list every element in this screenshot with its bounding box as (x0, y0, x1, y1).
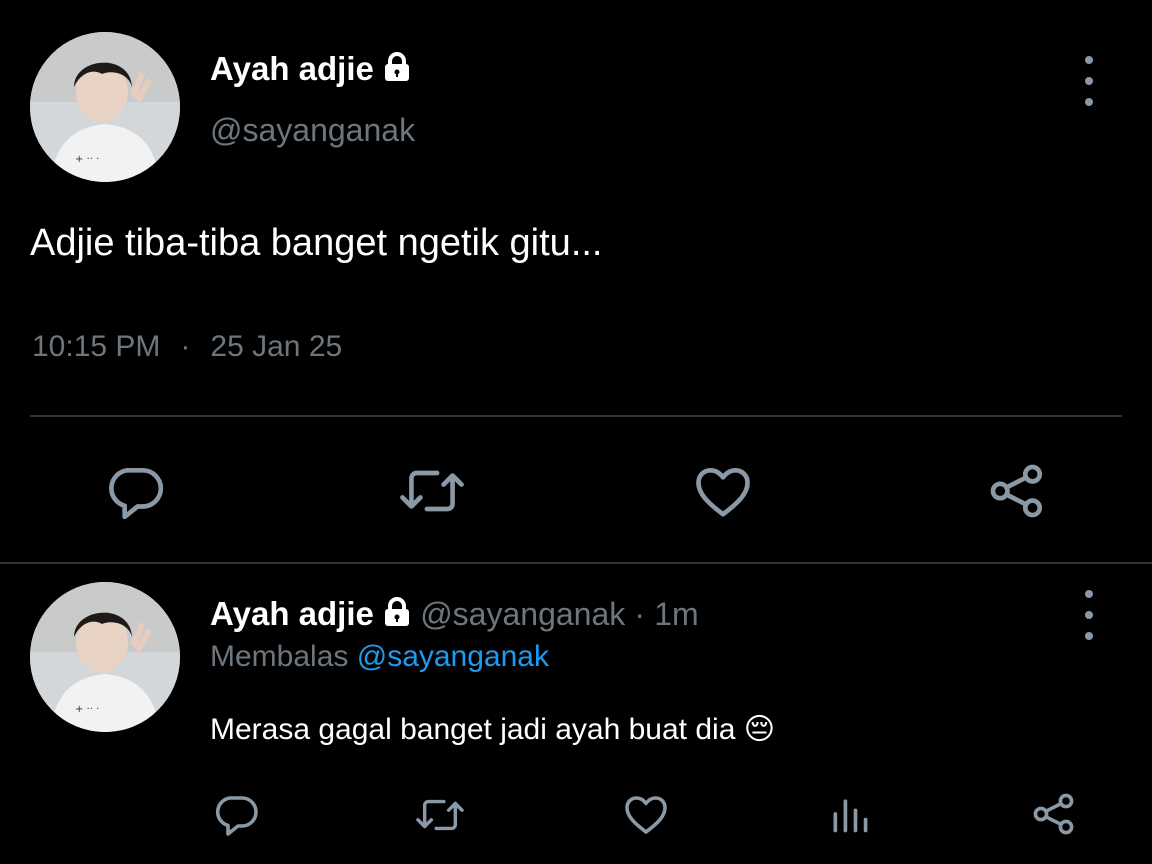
reply-text-body: Merasa gagal banget jadi ayah buat dia (210, 713, 736, 746)
replying-to-link[interactable]: @sayanganak (357, 640, 549, 673)
like-icon[interactable] (692, 460, 754, 522)
divider (0, 562, 1152, 564)
avatar[interactable]: + ·· · (30, 582, 180, 732)
views-icon[interactable] (828, 792, 872, 836)
tweet-meta: 10:15 PM · 25 Jan 25 (32, 330, 342, 364)
share-icon[interactable] (1030, 790, 1078, 838)
author-name-text[interactable]: Ayah adjie (210, 595, 374, 632)
pensive-face-emoji: 😔 (743, 712, 776, 747)
avatar[interactable]: + ·· · (30, 32, 180, 182)
retweet-icon[interactable] (412, 792, 468, 838)
author-name-text: Ayah adjie (210, 50, 374, 87)
replying-prefix: Membalas (210, 640, 349, 673)
reply-icon[interactable] (104, 460, 166, 522)
lock-icon (383, 597, 411, 635)
lock-icon (383, 52, 411, 90)
retweet-icon[interactable] (396, 460, 468, 522)
tweet-date: 25 Jan 25 (210, 330, 343, 363)
reply-icon[interactable] (212, 790, 260, 838)
separator: · (634, 596, 646, 632)
reply-text: Merasa gagal banget jadi ayah buat dia 😔 (210, 712, 775, 747)
author-name[interactable]: Ayah adjie (210, 50, 411, 90)
like-icon[interactable] (622, 790, 670, 838)
svg-text:+ ·· ·: + ·· · (75, 154, 99, 165)
separator: · (180, 330, 191, 363)
share-icon[interactable] (986, 460, 1048, 522)
author-handle[interactable]: @sayanganak (420, 596, 625, 632)
tweet-time: 10:15 PM (32, 330, 161, 363)
divider (30, 415, 1122, 417)
replying-to: Membalas @sayanganak (210, 640, 549, 674)
tweet-age: 1m (654, 596, 699, 632)
tweet-text: Adjie tiba-tiba banget ngetik gitu... (30, 222, 603, 264)
more-icon[interactable] (1074, 590, 1104, 640)
reply-header: Ayah adjie @sayanganak · 1m (210, 595, 699, 635)
more-icon[interactable] (1074, 56, 1104, 106)
svg-text:+ ·· ·: + ·· · (75, 704, 99, 715)
author-handle[interactable]: @sayanganak (210, 112, 415, 149)
